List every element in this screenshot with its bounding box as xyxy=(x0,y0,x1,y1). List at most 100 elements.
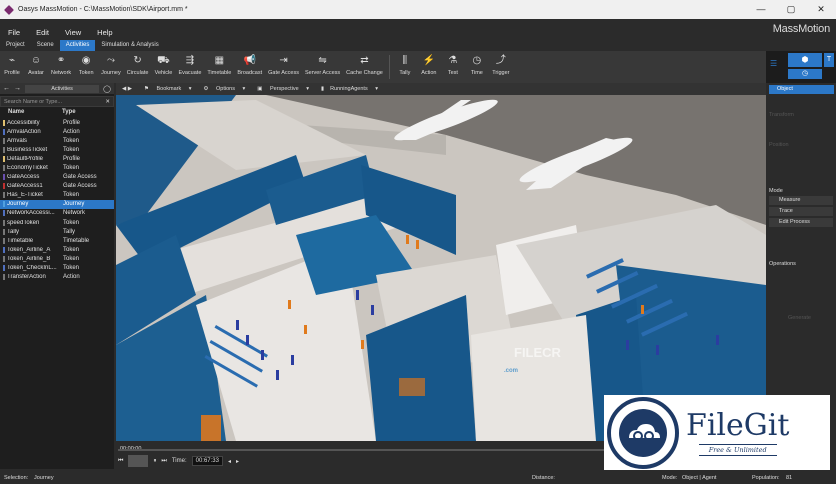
list-item[interactable]: DefaultProfile Profile xyxy=(0,154,114,163)
back-arrow-icon[interactable]: ← xyxy=(3,85,10,92)
clear-search-icon[interactable]: ✕ xyxy=(105,99,110,105)
trace-button[interactable]: Trace xyxy=(769,207,833,216)
type-color-swatch xyxy=(3,265,5,272)
selection-dropdown[interactable]: Object xyxy=(769,85,834,94)
list-item[interactable]: BusinessTicket Token xyxy=(0,145,114,154)
text-tool-icon[interactable]: T xyxy=(824,53,834,67)
tool-evacuate-button[interactable]: ⇶ Evacuate xyxy=(175,55,204,76)
tab-activities[interactable]: Activities xyxy=(59,40,96,51)
list-item[interactable]: GateAccess Gate Access xyxy=(0,173,114,182)
list-item[interactable]: speedToken Token xyxy=(0,218,114,227)
type-color-swatch xyxy=(3,146,5,153)
step-forward-icon[interactable]: ▸ xyxy=(236,458,239,465)
list-item[interactable]: ArrivalAction Action xyxy=(0,127,114,136)
cache-change-icon: ⇄ xyxy=(360,55,369,66)
skip-start-icon[interactable]: ⏮ xyxy=(118,458,123,465)
tool-time-button[interactable]: ◷ Time xyxy=(465,55,489,76)
tool-action-button[interactable]: ⚡ Action xyxy=(417,55,441,76)
item-name: GateAccess1 xyxy=(7,183,43,190)
item-name: speedToken xyxy=(7,219,40,226)
close-button[interactable]: ✕ xyxy=(806,0,836,19)
options-menu[interactable]: ⚙ Options ▾ xyxy=(198,86,252,92)
type-color-swatch xyxy=(3,183,5,190)
circulate-icon: ↻ xyxy=(133,55,142,66)
list-item[interactable]: Token_Airline_A Token xyxy=(0,245,114,254)
list-item[interactable]: Token_CheckInL... Token xyxy=(0,264,114,273)
column-type[interactable]: Type xyxy=(62,109,76,118)
tab-scene[interactable]: Scene xyxy=(31,40,60,51)
minimize-button[interactable]: — xyxy=(746,0,776,19)
bookmark-menu[interactable]: ⚑ Bookmark ▾ xyxy=(138,86,198,92)
item-name: Has_E-Ticket xyxy=(7,192,43,199)
tool-profile-button[interactable]: ⌁ Profile xyxy=(0,55,24,76)
tool-gate-access-button[interactable]: ⇥ Gate Access xyxy=(265,55,302,76)
column-name[interactable]: Name xyxy=(0,109,62,118)
avatar-icon: ☺ xyxy=(30,55,42,66)
tool-broadcast-button[interactable]: 📢 Broadcast xyxy=(234,55,265,76)
tool-circulate-button[interactable]: ↻ Circulate xyxy=(124,55,152,76)
generate-button[interactable]: Generate xyxy=(766,315,836,321)
record-button[interactable] xyxy=(128,455,149,467)
perspective-menu[interactable]: ▣ Perspective ▾ xyxy=(251,86,315,92)
pause-icon[interactable]: ⏸ xyxy=(153,458,156,465)
list-item[interactable]: TransferAction Action xyxy=(0,273,114,282)
menu-view[interactable]: View xyxy=(57,28,89,37)
3d-viewport[interactable]: FILECR .com xyxy=(116,95,766,441)
list-item[interactable]: Token_Airline_B Token xyxy=(0,254,114,263)
list-item[interactable]: EconomyTicket Token xyxy=(0,163,114,172)
gate-access-icon: ⇥ xyxy=(279,55,288,66)
item-name: GateAccess xyxy=(7,174,40,181)
list-item[interactable]: NetworkAccessi... Network xyxy=(0,209,114,218)
menu-edit[interactable]: Edit xyxy=(28,28,57,37)
cube-icon[interactable]: ⬢ xyxy=(788,53,822,67)
maximize-button[interactable]: ▢ xyxy=(776,0,806,19)
list-item[interactable]: Has_E-Ticket Token xyxy=(0,191,114,200)
search-placeholder: Search Name or Type... xyxy=(4,98,62,105)
menu-file[interactable]: File xyxy=(0,28,28,37)
panel-dropdown[interactable]: Activities xyxy=(25,84,100,93)
item-name: Journey xyxy=(7,201,29,208)
tool-cache-change-button[interactable]: ⇄ Cache Change xyxy=(343,55,386,76)
item-type: Profile xyxy=(63,155,81,162)
view-toolbar-icons[interactable]: ◀ ▶ xyxy=(116,86,138,92)
tool-server-access-button[interactable]: ⇋ Server Access xyxy=(302,55,343,76)
list-item[interactable]: Tally Tally xyxy=(0,227,114,236)
forward-arrow-icon[interactable]: → xyxy=(14,85,21,92)
item-type: Token xyxy=(63,219,80,226)
list-item[interactable]: Journey Journey xyxy=(0,199,114,209)
settings-icon[interactable]: ◯ xyxy=(103,85,111,93)
tool-tally-button[interactable]: ⫼ Tally xyxy=(393,55,417,76)
tool-test-button[interactable]: ⚗ Test xyxy=(441,55,465,76)
evacuate-icon: ⇶ xyxy=(185,55,195,66)
tool-timetable-button[interactable]: ▦ Timetable xyxy=(204,55,234,76)
tab-simulation-analysis[interactable]: Simulation & Analysis xyxy=(95,40,164,51)
tool-vehicle-button[interactable]: ⛟ Vehicle xyxy=(151,55,175,76)
step-back-icon[interactable]: ◂ xyxy=(228,458,231,465)
tool-avatar-button[interactable]: ☺ Avatar xyxy=(24,55,48,76)
measure-button[interactable]: Measure xyxy=(769,196,833,205)
tool-label: Token xyxy=(78,70,94,76)
tool-label: Tally xyxy=(399,70,411,76)
tool-journey-button[interactable]: ⤳ Journey xyxy=(98,55,124,76)
list-item[interactable]: GateAccess1 Gate Access xyxy=(0,182,114,191)
status-mode-label: Mode: xyxy=(662,475,678,481)
status-population-label: Population: xyxy=(752,475,780,481)
item-name: Token_Airline_A xyxy=(7,246,51,253)
list-icon[interactable]: ☰ xyxy=(770,59,777,68)
search-input[interactable]: Search Name or Type... ✕ xyxy=(0,96,114,107)
tool-token-button[interactable]: ◉ Token xyxy=(74,55,98,76)
list-item[interactable]: Arrivals Token xyxy=(0,136,114,145)
edit-process-button[interactable]: Edit Process xyxy=(769,218,833,227)
tool-trigger-button[interactable]: ⤴ Trigger xyxy=(489,55,513,76)
list-item[interactable]: Accessibility Profile xyxy=(0,118,114,127)
server-access-icon: ⇋ xyxy=(318,55,327,66)
skip-end-icon[interactable]: ⏭ xyxy=(161,458,166,465)
list-item[interactable]: Timetable Timetable xyxy=(0,236,114,245)
running-agents-menu[interactable]: ▮ RunningAgents ▾ xyxy=(315,86,384,92)
time-field[interactable]: 00:67:33 xyxy=(191,456,223,466)
tab-project[interactable]: Project xyxy=(0,40,31,51)
menu-help[interactable]: Help xyxy=(89,28,120,37)
tool-network-button[interactable]: ⚭ Network xyxy=(48,55,74,76)
status-population-value: 81 xyxy=(786,475,793,481)
clock-tab-icon[interactable]: ◷ xyxy=(788,69,822,79)
